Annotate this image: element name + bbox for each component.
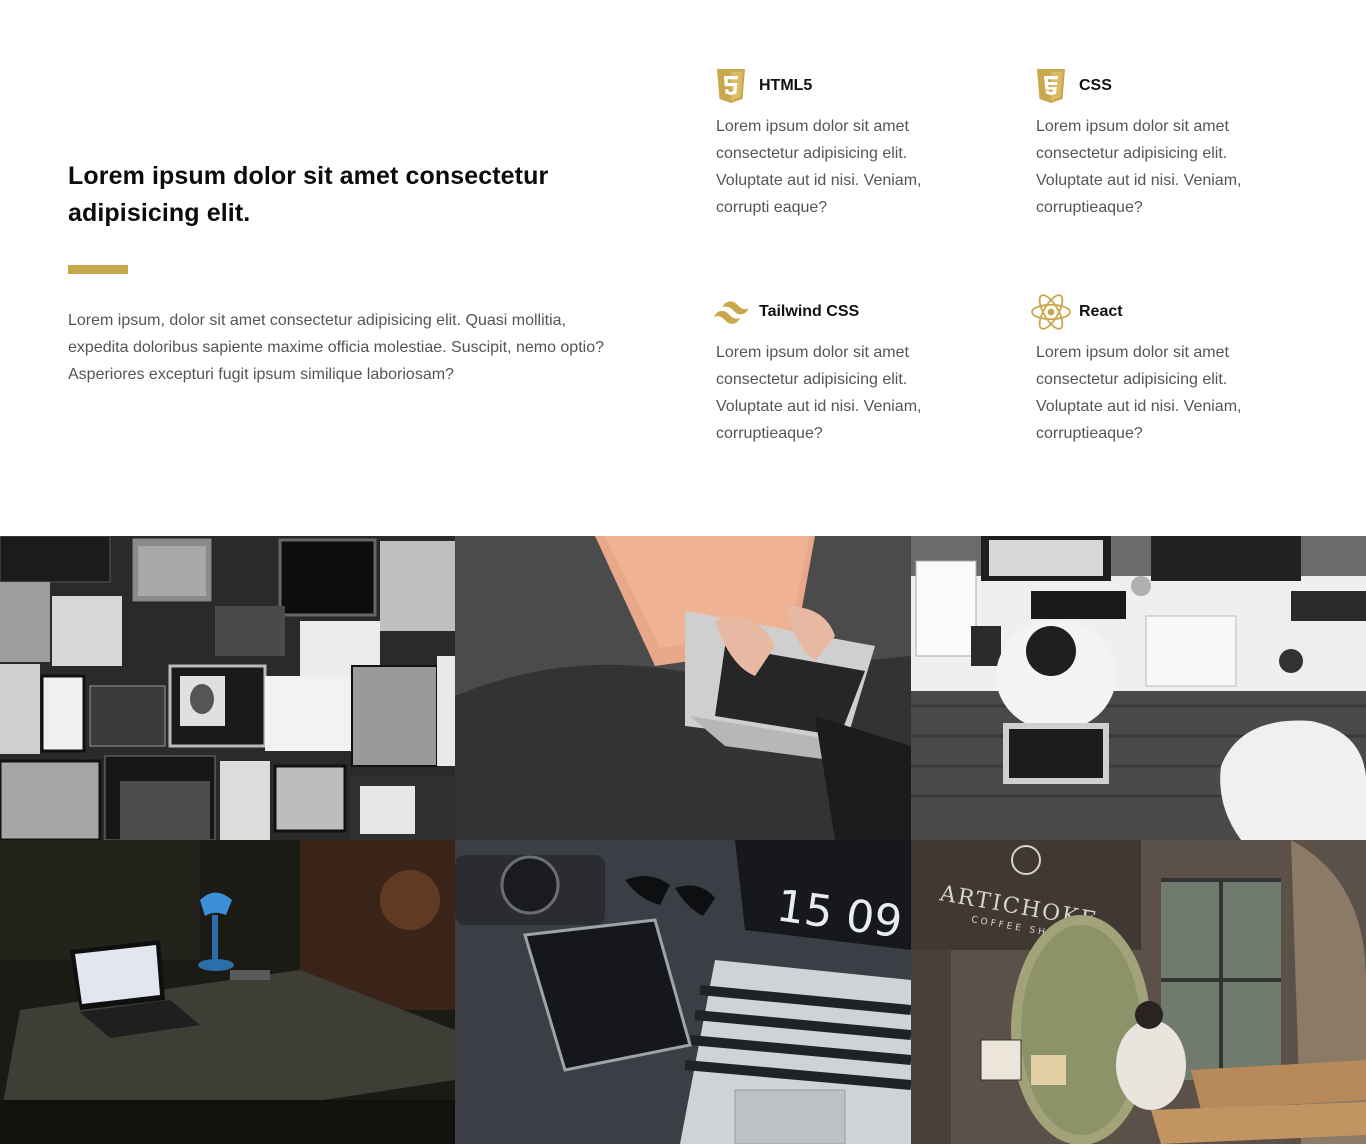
html5-icon: [713, 68, 749, 104]
gallery-photo-coffee-shop[interactable]: ARTICHOKE COFFEE SHOP: [911, 840, 1366, 1144]
gallery-photo-night-desk[interactable]: [0, 840, 455, 1144]
intro-section: Lorem ipsum dolor sit amet consectetur a…: [68, 158, 608, 388]
feature-html5: HTML5 Lorem ipsum dolor sit amet consect…: [716, 67, 976, 221]
gallery-photo-amplifiers[interactable]: [0, 536, 455, 840]
intro-paragraph: Lorem ipsum, dolor sit amet consectetur …: [68, 312, 604, 383]
intro-heading: Lorem ipsum dolor sit amet consectetur a…: [68, 162, 549, 227]
feature-title: Tailwind CSS: [759, 303, 860, 320]
tailwind-icon: [713, 294, 749, 330]
feature-react: React Lorem ipsum dolor sit amet consect…: [1031, 293, 1296, 447]
feature-description: Lorem ipsum dolor sit amet consectetur a…: [716, 118, 922, 216]
react-icon: [1030, 294, 1072, 330]
feature-title: CSS: [1079, 77, 1112, 94]
feature-description: Lorem ipsum dolor sit amet consectetur a…: [1036, 118, 1242, 216]
feature-description: Lorem ipsum dolor sit amet consectetur a…: [716, 344, 922, 442]
css3-icon: [1033, 68, 1069, 104]
gallery-photo-gadgets[interactable]: 15 09 5: [455, 840, 911, 1144]
photo-gallery: 15 09 5 ARTICHOKE COFFEE SHOP: [0, 536, 1366, 1144]
feature-css: CSS Lorem ipsum dolor sit amet consectet…: [1036, 67, 1296, 221]
accent-divider: [68, 265, 128, 274]
feature-description: Lorem ipsum dolor sit amet consectetur a…: [1036, 344, 1242, 442]
feature-title: React: [1079, 303, 1123, 320]
feature-tailwind: Tailwind CSS Lorem ipsum dolor sit amet …: [713, 293, 976, 447]
feature-title: HTML5: [759, 77, 813, 94]
gallery-photo-office-desk[interactable]: [911, 536, 1366, 840]
gallery-photo-laptop-user[interactable]: [455, 536, 911, 840]
